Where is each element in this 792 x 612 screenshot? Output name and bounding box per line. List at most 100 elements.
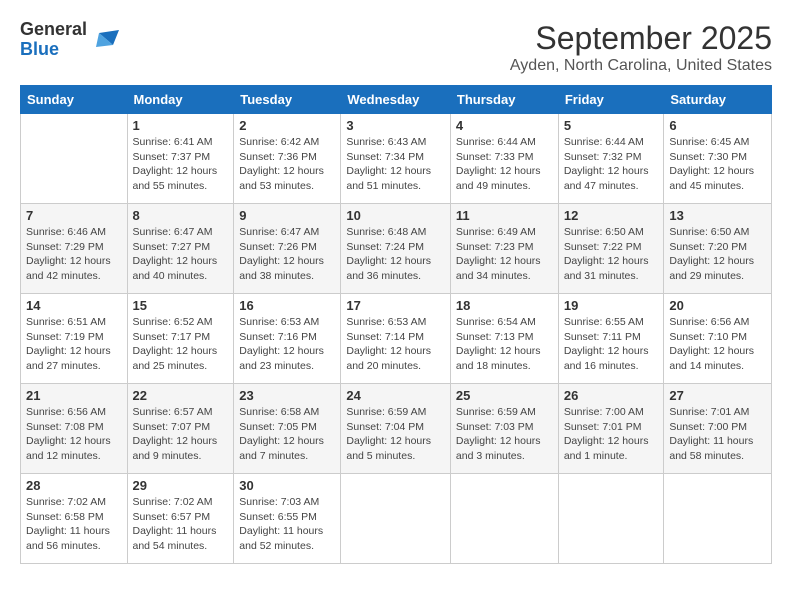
day-info: Sunrise: 6:48 AM Sunset: 7:24 PM Dayligh… (346, 225, 445, 284)
day-number: 1 (133, 118, 229, 133)
calendar-cell: 15 Sunrise: 6:52 AM Sunset: 7:17 PM Dayli… (127, 294, 234, 384)
weekday-header-row: SundayMondayTuesdayWednesdayThursdayFrid… (21, 86, 772, 114)
day-number: 12 (564, 208, 659, 223)
day-number: 30 (239, 478, 335, 493)
day-info: Sunrise: 6:57 AM Sunset: 7:07 PM Dayligh… (133, 405, 229, 464)
day-number: 26 (564, 388, 659, 403)
day-number: 5 (564, 118, 659, 133)
day-info: Sunrise: 6:54 AM Sunset: 7:13 PM Dayligh… (456, 315, 553, 374)
day-number: 6 (669, 118, 766, 133)
day-number: 13 (669, 208, 766, 223)
day-info: Sunrise: 6:59 AM Sunset: 7:03 PM Dayligh… (456, 405, 553, 464)
day-info: Sunrise: 6:47 AM Sunset: 7:26 PM Dayligh… (239, 225, 335, 284)
day-info: Sunrise: 6:50 AM Sunset: 7:20 PM Dayligh… (669, 225, 766, 284)
day-number: 19 (564, 298, 659, 313)
day-number: 18 (456, 298, 553, 313)
calendar-cell: 3Sunrise: 6:43 AM Sunset: 7:34 PM Daylig… (341, 114, 451, 204)
calendar-cell: 16 Sunrise: 6:53 AM Sunset: 7:16 PM Dayli… (234, 294, 341, 384)
calendar-cell: 29 Sunrise: 7:02 AM Sunset: 6:57 PM Dayli… (127, 474, 234, 564)
calendar-cell: 7Sunrise: 6:46 AM Sunset: 7:29 PM Daylig… (21, 204, 128, 294)
calendar-cell: 1 Sunrise: 6:41 AM Sunset: 7:37 PM Daylig… (127, 114, 234, 204)
calendar-cell: 22Sunrise: 6:57 AM Sunset: 7:07 PM Dayli… (127, 384, 234, 474)
calendar-cell: 10 Sunrise: 6:48 AM Sunset: 7:24 PM Dayli… (341, 204, 451, 294)
calendar-cell: 11 Sunrise: 6:49 AM Sunset: 7:23 PM Dayli… (450, 204, 558, 294)
calendar-cell: 12 Sunrise: 6:50 AM Sunset: 7:22 PM Dayli… (558, 204, 664, 294)
day-info: Sunrise: 6:53 AM Sunset: 7:16 PM Dayligh… (239, 315, 335, 374)
day-number: 10 (346, 208, 445, 223)
calendar-cell: 5 Sunrise: 6:44 AM Sunset: 7:32 PM Daylig… (558, 114, 664, 204)
day-number: 15 (133, 298, 229, 313)
calendar-cell (341, 474, 451, 564)
logo-general: General (20, 20, 87, 40)
weekday-header-thursday: Thursday (450, 86, 558, 114)
day-info: Sunrise: 6:49 AM Sunset: 7:23 PM Dayligh… (456, 225, 553, 284)
calendar-cell: 23 Sunrise: 6:58 AM Sunset: 7:05 PM Dayli… (234, 384, 341, 474)
day-info: Sunrise: 6:44 AM Sunset: 7:32 PM Dayligh… (564, 135, 659, 194)
day-info: Sunrise: 6:55 AM Sunset: 7:11 PM Dayligh… (564, 315, 659, 374)
day-info: Sunrise: 6:47 AM Sunset: 7:27 PM Dayligh… (133, 225, 229, 284)
day-info: Sunrise: 6:46 AM Sunset: 7:29 PM Dayligh… (26, 225, 122, 284)
day-number: 27 (669, 388, 766, 403)
calendar-cell: 9 Sunrise: 6:47 AM Sunset: 7:26 PM Daylig… (234, 204, 341, 294)
calendar-cell: 26Sunrise: 7:00 AM Sunset: 7:01 PM Dayli… (558, 384, 664, 474)
logo-icon (91, 25, 121, 55)
calendar-cell: 6Sunrise: 6:45 AM Sunset: 7:30 PM Daylig… (664, 114, 772, 204)
calendar-cell (664, 474, 772, 564)
day-number: 11 (456, 208, 553, 223)
calendar-cell: 24Sunrise: 6:59 AM Sunset: 7:04 PM Dayli… (341, 384, 451, 474)
calendar-cell: 8 Sunrise: 6:47 AM Sunset: 7:27 PM Daylig… (127, 204, 234, 294)
day-info: Sunrise: 6:42 AM Sunset: 7:36 PM Dayligh… (239, 135, 335, 194)
day-number: 24 (346, 388, 445, 403)
calendar-cell: 28 Sunrise: 7:02 AM Sunset: 6:58 PM Dayli… (21, 474, 128, 564)
month-year-title: September 2025 (510, 20, 772, 57)
calendar-cell: 18 Sunrise: 6:54 AM Sunset: 7:13 PM Dayli… (450, 294, 558, 384)
weekday-header-wednesday: Wednesday (341, 86, 451, 114)
weekday-header-tuesday: Tuesday (234, 86, 341, 114)
calendar-week-row: 7Sunrise: 6:46 AM Sunset: 7:29 PM Daylig… (21, 204, 772, 294)
day-number: 9 (239, 208, 335, 223)
calendar-cell: 19 Sunrise: 6:55 AM Sunset: 7:11 PM Dayli… (558, 294, 664, 384)
calendar-week-row: 21 Sunrise: 6:56 AM Sunset: 7:08 PM Dayli… (21, 384, 772, 474)
day-number: 28 (26, 478, 122, 493)
calendar-cell: 14Sunrise: 6:51 AM Sunset: 7:19 PM Dayli… (21, 294, 128, 384)
day-number: 14 (26, 298, 122, 313)
day-info: Sunrise: 6:58 AM Sunset: 7:05 PM Dayligh… (239, 405, 335, 464)
calendar-cell: 13 Sunrise: 6:50 AM Sunset: 7:20 PM Dayli… (664, 204, 772, 294)
day-number: 29 (133, 478, 229, 493)
day-number: 20 (669, 298, 766, 313)
day-number: 8 (133, 208, 229, 223)
day-number: 21 (26, 388, 122, 403)
page-header: General Blue September 2025 Ayden, North… (20, 20, 772, 75)
title-section: September 2025 Ayden, North Carolina, Un… (510, 20, 772, 75)
calendar-cell: 25Sunrise: 6:59 AM Sunset: 7:03 PM Dayli… (450, 384, 558, 474)
calendar-week-row: 28 Sunrise: 7:02 AM Sunset: 6:58 PM Dayli… (21, 474, 772, 564)
calendar-cell: 27Sunrise: 7:01 AM Sunset: 7:00 PM Dayli… (664, 384, 772, 474)
logo-blue: Blue (20, 40, 87, 60)
weekday-header-sunday: Sunday (21, 86, 128, 114)
weekday-header-friday: Friday (558, 86, 664, 114)
logo-text: General Blue (20, 20, 87, 60)
day-info: Sunrise: 6:56 AM Sunset: 7:10 PM Dayligh… (669, 315, 766, 374)
day-number: 2 (239, 118, 335, 133)
day-number: 4 (456, 118, 553, 133)
day-info: Sunrise: 6:50 AM Sunset: 7:22 PM Dayligh… (564, 225, 659, 284)
day-info: Sunrise: 6:56 AM Sunset: 7:08 PM Dayligh… (26, 405, 122, 464)
calendar-cell (21, 114, 128, 204)
calendar-cell: 30 Sunrise: 7:03 AM Sunset: 6:55 PM Dayli… (234, 474, 341, 564)
calendar-cell: 21 Sunrise: 6:56 AM Sunset: 7:08 PM Dayli… (21, 384, 128, 474)
day-info: Sunrise: 6:53 AM Sunset: 7:14 PM Dayligh… (346, 315, 445, 374)
day-number: 23 (239, 388, 335, 403)
day-info: Sunrise: 7:02 AM Sunset: 6:57 PM Dayligh… (133, 495, 229, 554)
weekday-header-monday: Monday (127, 86, 234, 114)
weekday-header-saturday: Saturday (664, 86, 772, 114)
day-info: Sunrise: 6:41 AM Sunset: 7:37 PM Dayligh… (133, 135, 229, 194)
day-info: Sunrise: 6:52 AM Sunset: 7:17 PM Dayligh… (133, 315, 229, 374)
location-subtitle: Ayden, North Carolina, United States (510, 57, 772, 75)
day-info: Sunrise: 7:03 AM Sunset: 6:55 PM Dayligh… (239, 495, 335, 554)
day-number: 16 (239, 298, 335, 313)
day-info: Sunrise: 7:02 AM Sunset: 6:58 PM Dayligh… (26, 495, 122, 554)
calendar-cell (450, 474, 558, 564)
calendar-table: SundayMondayTuesdayWednesdayThursdayFrid… (20, 85, 772, 564)
day-info: Sunrise: 6:43 AM Sunset: 7:34 PM Dayligh… (346, 135, 445, 194)
calendar-week-row: 14Sunrise: 6:51 AM Sunset: 7:19 PM Dayli… (21, 294, 772, 384)
